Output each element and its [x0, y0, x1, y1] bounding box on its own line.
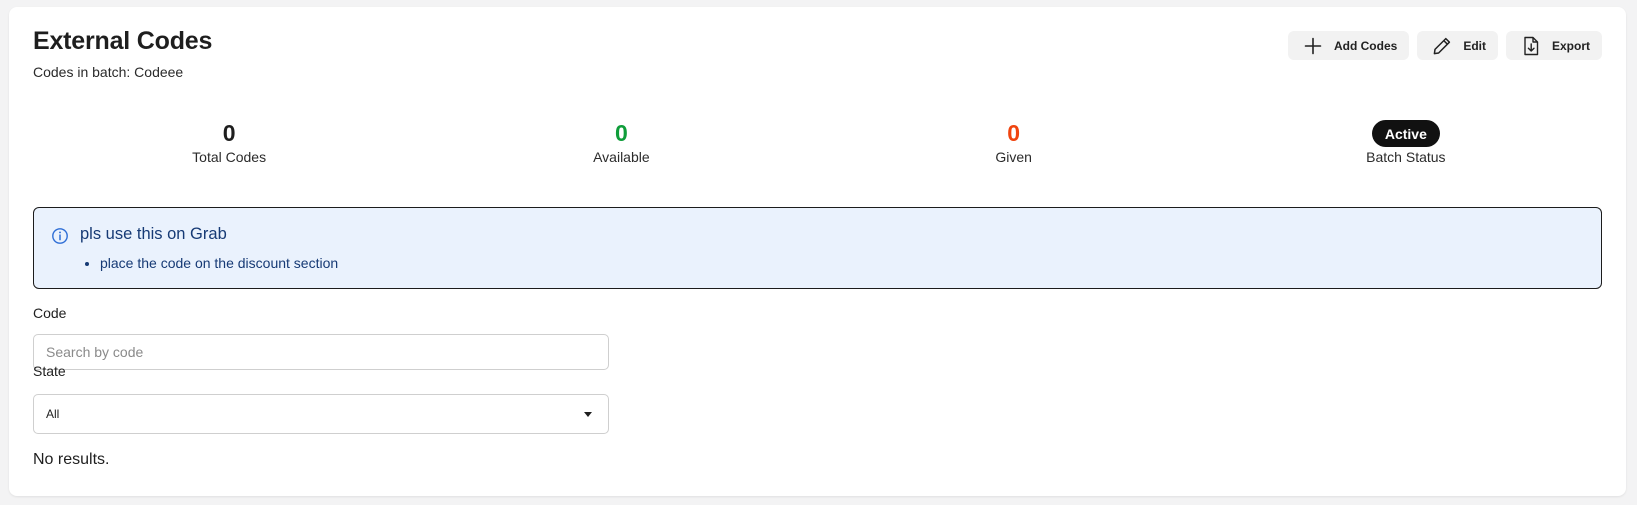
- stat-given: 0 Given: [818, 119, 1210, 165]
- given-value: 0: [1007, 120, 1021, 146]
- available-value: 0: [614, 120, 628, 146]
- add-codes-label: Add Codes: [1333, 38, 1398, 53]
- stat-total-codes: 0 Total Codes: [33, 119, 425, 165]
- edit-button[interactable]: Edit: [1417, 31, 1498, 60]
- stat-available: 0 Available: [425, 119, 817, 165]
- add-codes-button[interactable]: Add Codes: [1287, 31, 1410, 60]
- alert-list-item: place the code on the discount section: [100, 255, 338, 271]
- alert-title: pls use this on Grab: [80, 225, 227, 243]
- file-download-icon: [1520, 35, 1542, 57]
- no-results-text: No results.: [33, 451, 110, 468]
- state-select[interactable]: All: [33, 394, 609, 434]
- state-field-label: State: [33, 363, 66, 379]
- given-label: Given: [995, 149, 1032, 165]
- external-codes-card: External Codes Codes in batch: Codeee Ad…: [9, 7, 1626, 496]
- available-label: Available: [593, 149, 650, 165]
- code-search-input[interactable]: [33, 334, 609, 370]
- info-circle-icon: [51, 227, 69, 245]
- page-title: External Codes: [33, 27, 213, 55]
- batch-subtitle: Codes in batch: Codeee: [33, 64, 184, 80]
- state-selected-value: All: [46, 407, 60, 421]
- caret-down-icon: [584, 411, 592, 417]
- stat-batch-status: Active Batch Status: [1210, 119, 1602, 165]
- plus-icon: [1302, 35, 1324, 57]
- status-badge-wrap: Active: [1371, 119, 1440, 147]
- code-field-label: Code: [33, 305, 67, 321]
- pencil-icon: [1431, 35, 1453, 57]
- batch-status-label: Batch Status: [1366, 149, 1446, 165]
- status-badge: Active: [1371, 120, 1440, 147]
- toolbar: Add Codes Edit Export: [1287, 31, 1602, 60]
- export-button[interactable]: Export: [1505, 31, 1602, 60]
- export-label: Export: [1551, 38, 1590, 53]
- alert-list: place the code on the discount section: [100, 255, 338, 271]
- total-codes-label: Total Codes: [192, 149, 267, 165]
- stats-row: 0 Total Codes 0 Available 0 Given Active…: [33, 119, 1602, 165]
- info-alert: pls use this on Grab place the code on t…: [33, 207, 1602, 289]
- total-codes-value: 0: [222, 120, 236, 146]
- edit-label: Edit: [1463, 38, 1486, 53]
